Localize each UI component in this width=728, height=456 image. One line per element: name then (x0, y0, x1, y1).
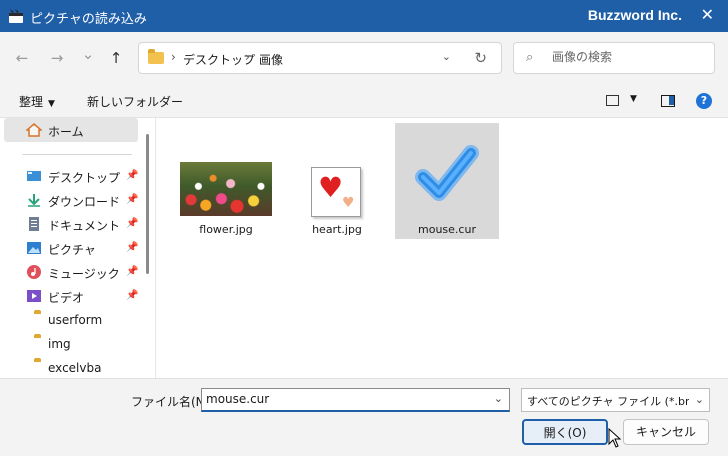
title-bar: ピクチャの読み込み Buzzword Inc. ✕ (0, 0, 728, 32)
music-icon (27, 265, 41, 279)
sidebar-scrollbar[interactable] (146, 134, 149, 274)
pin-icon[interactable]: 📌 (126, 194, 138, 205)
address-dropdown-icon[interactable]: ⌄ (442, 50, 451, 63)
desktop-icon (27, 171, 41, 181)
home-icon (26, 123, 42, 137)
sidebar-item-label: img (48, 337, 71, 351)
file-name: flower.jpg (199, 223, 253, 236)
folder-icon (148, 49, 164, 64)
search-input[interactable] (552, 50, 702, 64)
mouse-pointer-icon (608, 428, 622, 448)
pin-icon[interactable]: 📌 (126, 242, 138, 253)
close-button[interactable]: ✕ (701, 7, 714, 23)
file-list: flower.jpg ♥ ♥ heart.jpg mouse.cur (157, 118, 728, 378)
file-name: mouse.cur (418, 223, 476, 236)
flower-thumbnail (180, 162, 272, 216)
sidebar-item-downloads[interactable]: ダウンロード 📌 (4, 188, 138, 212)
pin-icon[interactable]: 📌 (126, 218, 138, 229)
sidebar-item-label: excelvba (48, 361, 102, 375)
organize-label: 整理 (19, 95, 44, 109)
heart-small-icon: ♥ (342, 195, 355, 211)
filename-combobox[interactable]: ⌄ (201, 388, 510, 412)
checkmark-cursor-icon (415, 145, 479, 201)
help-icon[interactable]: ? (696, 93, 712, 109)
brand-label: Buzzword Inc. (587, 7, 682, 23)
sidebar-item-label: ビデオ (48, 291, 85, 305)
sidebar-item-excelvba[interactable]: excelvba (4, 356, 138, 380)
file-item-mouse[interactable]: mouse.cur (395, 123, 499, 239)
view-mode-icon[interactable] (606, 95, 619, 106)
file-type-select[interactable]: すべてのピクチャ ファイル (*.bmp;*.gif ⌄ (521, 388, 710, 412)
file-name: heart.jpg (312, 223, 362, 236)
new-folder-button[interactable]: 新しいフォルダー (87, 93, 183, 110)
sidebar-item-desktop[interactable]: デスクトップ 📌 (4, 164, 138, 188)
sidebar-item-videos[interactable]: ビデオ 📌 (4, 284, 138, 308)
pin-icon[interactable]: 📌 (126, 290, 138, 301)
back-button[interactable]: ← (12, 48, 32, 68)
search-box[interactable]: ⌕ (513, 42, 715, 74)
pin-icon[interactable]: 📌 (126, 266, 138, 277)
sidebar-item-label: ピクチャ (48, 243, 96, 257)
sidebar-item-label: ドキュメント (48, 219, 121, 233)
sidebar-item-userform[interactable]: userform (4, 308, 138, 332)
forward-button[interactable]: → (47, 48, 67, 68)
sidebar-item-label: ミュージック (48, 267, 120, 281)
document-icon (29, 217, 39, 231)
recent-locations-button[interactable]: ⌄ (78, 44, 98, 64)
chevron-down-icon: ▼ (48, 99, 55, 109)
pin-icon[interactable]: 📌 (126, 170, 138, 181)
heart-icon: ♥ (318, 171, 344, 204)
sidebar-item-documents[interactable]: ドキュメント 📌 (4, 212, 138, 236)
address-row: ← → ⌄ ↑ › デスクトップ › 画像 ⌄ ↻ ⌕ (0, 32, 728, 84)
sidebar-item-img[interactable]: img (4, 332, 138, 356)
sidebar-item-pictures[interactable]: ピクチャ 📌 (4, 236, 138, 260)
sidebar-item-label: userform (48, 313, 103, 327)
open-button[interactable]: 開く(O) (522, 419, 608, 445)
search-icon: ⌕ (526, 50, 534, 65)
sidebar-divider (22, 154, 132, 155)
command-bar: 整理 ▼ 新しいフォルダー ▼ ? (0, 84, 728, 118)
download-icon (28, 194, 40, 207)
window-title: ピクチャの読み込み (30, 12, 147, 27)
sidebar-item-label: ホーム (48, 125, 84, 139)
breadcrumb-separator: › (245, 50, 250, 64)
address-bar[interactable]: › デスクトップ › 画像 ⌄ ↻ (138, 42, 502, 74)
chevron-down-icon[interactable]: ⌄ (692, 393, 704, 406)
video-icon (27, 290, 41, 302)
file-item-heart[interactable]: ♥ ♥ heart.jpg (307, 167, 367, 237)
up-button[interactable]: ↑ (106, 48, 126, 68)
sidebar-item-label: デスクトップ (48, 171, 121, 185)
organize-menu[interactable]: 整理 ▼ (19, 93, 55, 110)
filename-input[interactable] (206, 392, 486, 406)
pictures-icon (27, 242, 41, 254)
app-icon (9, 9, 23, 23)
folder-icon (26, 313, 42, 327)
folder-icon (26, 361, 42, 375)
file-type-value: すべてのピクチャ ファイル (*.bmp;*.gif (527, 395, 689, 408)
view-mode-dropdown-icon[interactable]: ▼ (630, 94, 637, 104)
navigation-pane: ホーム デスクトップ 📌 ダウンロード 📌 ドキュメント 📌 ピクチャ 📌 ミュ… (0, 118, 156, 378)
breadcrumb-images[interactable]: 画像 (259, 51, 283, 68)
sidebar-item-label: ダウンロード (48, 195, 121, 209)
folder-icon (26, 337, 42, 351)
refresh-icon[interactable]: ↻ (474, 49, 487, 67)
cancel-button[interactable]: キャンセル (623, 419, 709, 445)
file-item-flower[interactable]: flower.jpg (180, 162, 272, 236)
sidebar-item-music[interactable]: ミュージック 📌 (4, 260, 138, 284)
preview-pane-icon[interactable] (661, 95, 675, 107)
heart-thumbnail: ♥ ♥ (311, 167, 361, 217)
chevron-down-icon[interactable]: ⌄ (494, 392, 503, 405)
breadcrumb-separator: › (171, 50, 176, 64)
sidebar-item-home[interactable]: ホーム (4, 118, 138, 142)
